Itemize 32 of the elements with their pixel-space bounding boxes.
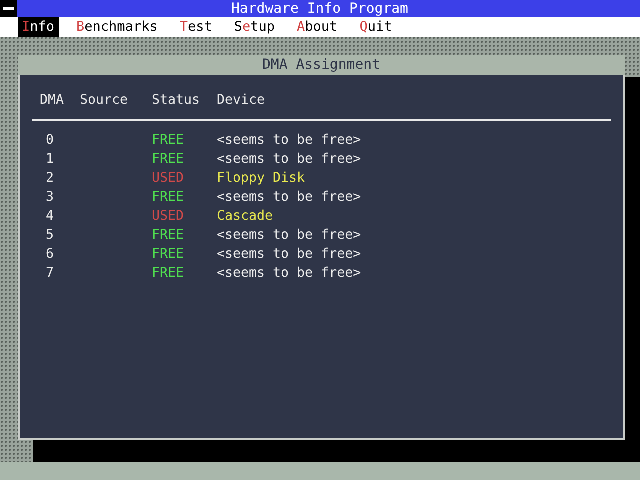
- window-title: Hardware Info Program: [230, 0, 410, 16]
- status-text: USED: [151, 208, 186, 226]
- table-cell-text: 0: [45, 132, 56, 150]
- status-text: USED: [151, 170, 186, 188]
- table-cell-text: 7: [45, 265, 56, 283]
- table-cell-text: 1: [45, 151, 56, 169]
- table-cell-text: Floppy Disk: [216, 170, 306, 188]
- table-cell-text: <seems to be free>: [216, 132, 362, 150]
- status-text: FREE: [151, 265, 186, 283]
- dialog-title: DMA Assignment: [18, 55, 625, 75]
- table-cell-text: <seems to be free>: [216, 246, 362, 264]
- status-text: FREE: [151, 132, 186, 150]
- menu-item[interactable]: Info: [18, 17, 59, 37]
- table-cell-text: <seems to be free>: [216, 227, 362, 245]
- table-cell-text: <seems to be free>: [216, 189, 362, 207]
- table-cell-text: 4: [45, 208, 56, 226]
- status-text: FREE: [151, 246, 186, 264]
- column-header: Source: [79, 92, 130, 110]
- column-header: Status: [151, 92, 202, 110]
- table-cell-text: 2: [45, 170, 56, 188]
- status-text: FREE: [151, 227, 186, 245]
- status-text: FREE: [151, 151, 186, 169]
- table-cell-text: 5: [45, 227, 56, 245]
- system-menu-icon[interactable]: [0, 0, 17, 17]
- table-cell-text: 3: [45, 189, 56, 207]
- table-cell-text: 6: [45, 246, 56, 264]
- status-text: FREE: [151, 189, 186, 207]
- column-header: Device: [216, 92, 266, 110]
- table-cell-text: Cascade: [216, 208, 274, 226]
- column-header: DMA: [39, 92, 66, 110]
- table-cell-text: <seems to be free>: [216, 265, 362, 283]
- table-cell-text: <seems to be free>: [216, 151, 362, 169]
